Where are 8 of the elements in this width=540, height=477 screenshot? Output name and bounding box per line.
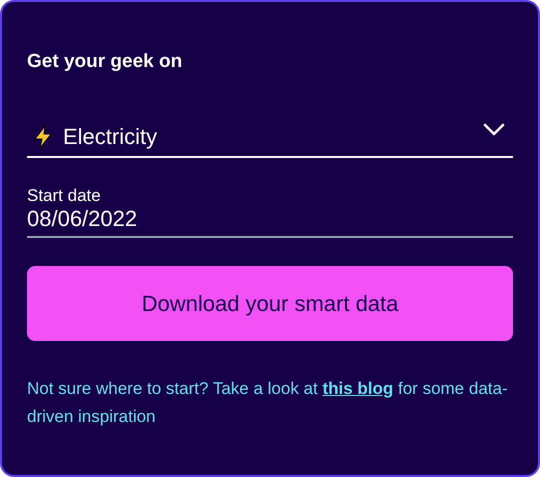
download-button[interactable]: Download your smart data: [27, 266, 513, 341]
start-date-field[interactable]: Start date 08/06/2022: [27, 186, 513, 238]
chevron-down-icon: [483, 123, 505, 136]
fuel-select[interactable]: Electricity: [27, 121, 513, 158]
card-title: Get your geek on: [27, 50, 184, 74]
hint-text: Not sure where to start? Take a look at this blog for some data-driven inspiration: [27, 378, 509, 428]
blog-link[interactable]: this blog: [322, 379, 394, 398]
lightning-icon: [33, 125, 53, 149]
